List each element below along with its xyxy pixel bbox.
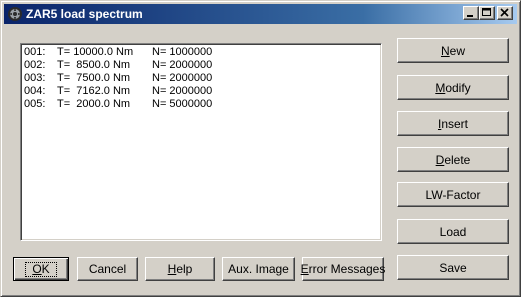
- list-item-cycles: N= 5000000: [152, 98, 213, 110]
- list-item-index: 003:: [24, 72, 46, 84]
- minimize-icon: [467, 15, 473, 17]
- window-title: ZAR5 load spectrum: [26, 7, 143, 21]
- ok-button-mnemonic: O: [32, 261, 42, 276]
- close-button[interactable]: [497, 6, 513, 20]
- load-spectrum-dialog: ZAR5 load spectrum 001: T= 10000.0 Nm N= 1…: [0, 0, 521, 297]
- lw-factor-button[interactable]: LW-Factor: [397, 182, 509, 207]
- list-item[interactable]: 001: T= 10000.0 Nm N= 1000000: [24, 46, 378, 59]
- list-item-torque: T= 10000.0 Nm: [57, 46, 134, 58]
- list-item-torque: T= 7500.0 Nm: [57, 72, 131, 84]
- list-item-cycles: N= 1000000: [152, 46, 213, 58]
- list-item-index: 001:: [24, 46, 46, 58]
- gear-icon: [7, 6, 23, 22]
- help-button[interactable]: Help: [145, 257, 215, 281]
- new-button-mnemonic: N: [440, 43, 450, 58]
- list-item-index: 004:: [24, 85, 46, 97]
- list-item[interactable]: 005: T= 2000.0 Nm N= 5000000: [24, 98, 378, 111]
- list-item-cycles: N= 2000000: [152, 59, 213, 71]
- cancel-label: Cancel: [88, 262, 127, 276]
- lw-factor-label: LW-Factor: [425, 187, 481, 202]
- modify-button-mnemonic: M: [435, 80, 446, 95]
- ok-button-label: K: [41, 261, 50, 276]
- cancel-button[interactable]: Cancel: [77, 257, 138, 281]
- title-bar[interactable]: ZAR5 load spectrum: [4, 4, 517, 24]
- delete-button-label: elete: [444, 152, 471, 167]
- maximize-button[interactable]: [479, 6, 495, 20]
- modify-button-label: odify: [445, 80, 471, 95]
- aux-image-button[interactable]: Aux. Image: [222, 257, 295, 281]
- error-messages-button-mnemonic: E: [300, 262, 309, 276]
- close-icon: [500, 8, 509, 17]
- maximize-icon: [482, 8, 491, 16]
- list-item[interactable]: 002: T= 8500.0 Nm N= 2000000: [24, 59, 378, 72]
- new-button[interactable]: New: [397, 38, 509, 63]
- delete-button[interactable]: Delete: [397, 147, 509, 172]
- list-item[interactable]: 004: T= 7162.0 Nm N= 2000000: [24, 85, 378, 98]
- list-item-torque: T= 2000.0 Nm: [57, 98, 131, 110]
- error-messages-button-label: rror Messages: [308, 262, 386, 276]
- load-button[interactable]: Load: [397, 219, 509, 244]
- list-item-index: 002:: [24, 59, 46, 71]
- new-button-label: ew: [449, 43, 465, 58]
- save-label: Save: [439, 260, 467, 275]
- ok-button[interactable]: OK: [13, 257, 69, 281]
- list-item-cycles: N= 2000000: [152, 72, 213, 84]
- delete-button-mnemonic: D: [435, 152, 445, 167]
- minimize-button[interactable]: [463, 6, 479, 20]
- insert-button-label: nsert: [441, 116, 469, 131]
- list-item-index: 005:: [24, 98, 46, 110]
- modify-button[interactable]: Modify: [397, 75, 509, 100]
- list-item-cycles: N= 2000000: [152, 85, 213, 97]
- focus-rect: OK: [25, 261, 57, 277]
- load-label: Load: [439, 224, 467, 239]
- insert-button[interactable]: Insert: [397, 111, 509, 136]
- list-item-torque: T= 7162.0 Nm: [57, 85, 131, 97]
- aux-image-label: Aux. Image: [228, 262, 289, 276]
- save-button[interactable]: Save: [397, 255, 509, 280]
- list-item-torque: T= 8500.0 Nm: [57, 59, 131, 71]
- error-messages-button[interactable]: Error Messages: [300, 257, 386, 281]
- list-item[interactable]: 003: T= 7500.0 Nm N= 2000000: [24, 72, 378, 85]
- load-spectrum-list[interactable]: 001: T= 10000.0 Nm N= 1000000 002: T= 8500.0…: [20, 43, 382, 241]
- help-button-label: elp: [176, 262, 193, 276]
